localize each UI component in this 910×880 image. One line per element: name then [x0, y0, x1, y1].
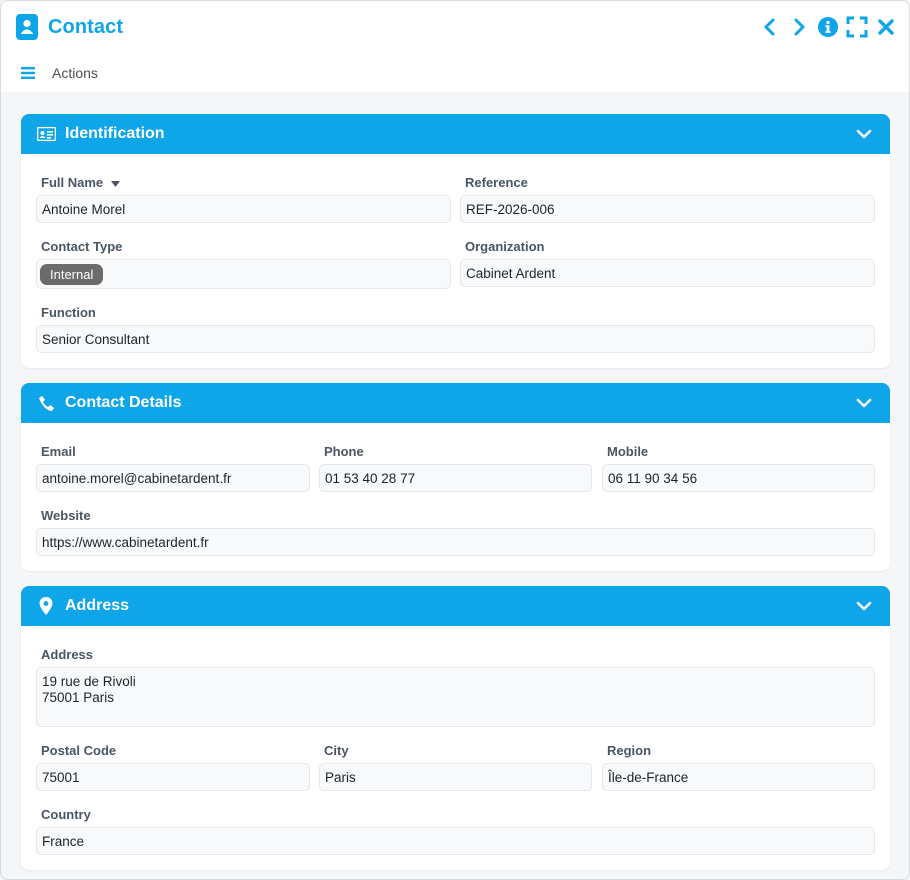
function-label: Function: [41, 305, 96, 320]
close-button[interactable]: [873, 14, 899, 40]
contact-type-label: Contact Type: [41, 239, 123, 254]
address-panel-header[interactable]: Address: [21, 586, 890, 626]
next-record-button[interactable]: [786, 14, 812, 40]
chevron-down-icon[interactable]: [856, 126, 872, 142]
close-icon: [878, 19, 894, 35]
info-icon: [818, 17, 838, 37]
website-field[interactable]: https://www.cabinetardent.fr: [36, 528, 875, 556]
previous-record-button[interactable]: [757, 14, 783, 40]
reference-label: Reference: [465, 175, 528, 190]
address-book-icon: [15, 14, 38, 40]
country-field[interactable]: France: [36, 827, 875, 855]
hamburger-menu-icon: [21, 67, 35, 79]
address-panel: Address Address 19 rue de Rivoli 75001 P…: [21, 586, 890, 870]
contact-details-panel-header[interactable]: Contact Details: [21, 383, 890, 423]
chevron-left-icon: [764, 18, 775, 36]
reference-field[interactable]: REF-2026-006: [460, 195, 875, 223]
website-label: Website: [41, 508, 91, 523]
postal-code-label: Postal Code: [41, 743, 117, 758]
mobile-field[interactable]: 06 11 90 34 56: [602, 464, 875, 492]
contact-details-title: Contact Details: [65, 394, 182, 411]
region-field[interactable]: Île-de-France: [602, 763, 875, 791]
contact-details-panel: Contact Details Email antoine.morel@cabi…: [21, 383, 890, 571]
function-field[interactable]: Senior Consultant: [36, 325, 875, 353]
identification-title: Identification: [65, 125, 165, 142]
postal-code-field[interactable]: 75001: [36, 763, 310, 791]
mobile-label: Mobile: [607, 444, 649, 459]
phone-icon: [36, 393, 56, 413]
region-label: Region: [607, 743, 652, 758]
city-field[interactable]: Paris: [319, 763, 592, 791]
title-row: Contact: [15, 13, 124, 41]
email-field[interactable]: antoine.morel@cabinetardent.fr: [36, 464, 310, 492]
expand-icon: [846, 16, 868, 38]
chevron-down-icon[interactable]: [856, 395, 872, 411]
country-label: Country: [41, 807, 91, 822]
full-name-label[interactable]: Full Name: [41, 175, 121, 190]
identification-panel: Identification Full Name Antoine Morel R…: [21, 114, 890, 368]
chevron-down-icon[interactable]: [856, 598, 872, 614]
contact-type-field[interactable]: Internal: [36, 259, 451, 289]
phone-field[interactable]: 01 53 40 28 77: [319, 464, 592, 492]
info-button[interactable]: [815, 14, 841, 40]
address-title: Address: [65, 597, 130, 614]
fullscreen-button[interactable]: [844, 14, 870, 40]
caret-down-icon: [111, 180, 121, 187]
chevron-right-icon: [794, 18, 805, 36]
window-header: Contact Actions: [1, 1, 909, 92]
organization-field[interactable]: Cabinet Ardent: [460, 259, 875, 287]
full-name-label-text: Full Name: [41, 175, 104, 190]
window-controls: [754, 14, 899, 40]
email-label: Email: [41, 444, 76, 459]
identification-panel-header[interactable]: Identification: [21, 114, 890, 154]
map-marker-icon: [36, 596, 56, 616]
contact-window: Contact Actions Identification Full Name…: [0, 0, 910, 880]
phone-label: Phone: [324, 444, 364, 459]
window-title: Contact: [48, 15, 124, 38]
organization-label: Organization: [465, 239, 545, 254]
id-card-icon: [36, 124, 56, 144]
city-label: City: [324, 743, 349, 758]
full-name-field[interactable]: Antoine Morel: [36, 195, 451, 223]
actions-menu[interactable]: Actions: [21, 65, 98, 81]
address-label: Address: [41, 647, 94, 662]
address-field[interactable]: 19 rue de Rivoli 75001 Paris: [36, 667, 875, 727]
contact-type-badge: Internal: [40, 263, 104, 285]
actions-label: Actions: [52, 65, 98, 81]
